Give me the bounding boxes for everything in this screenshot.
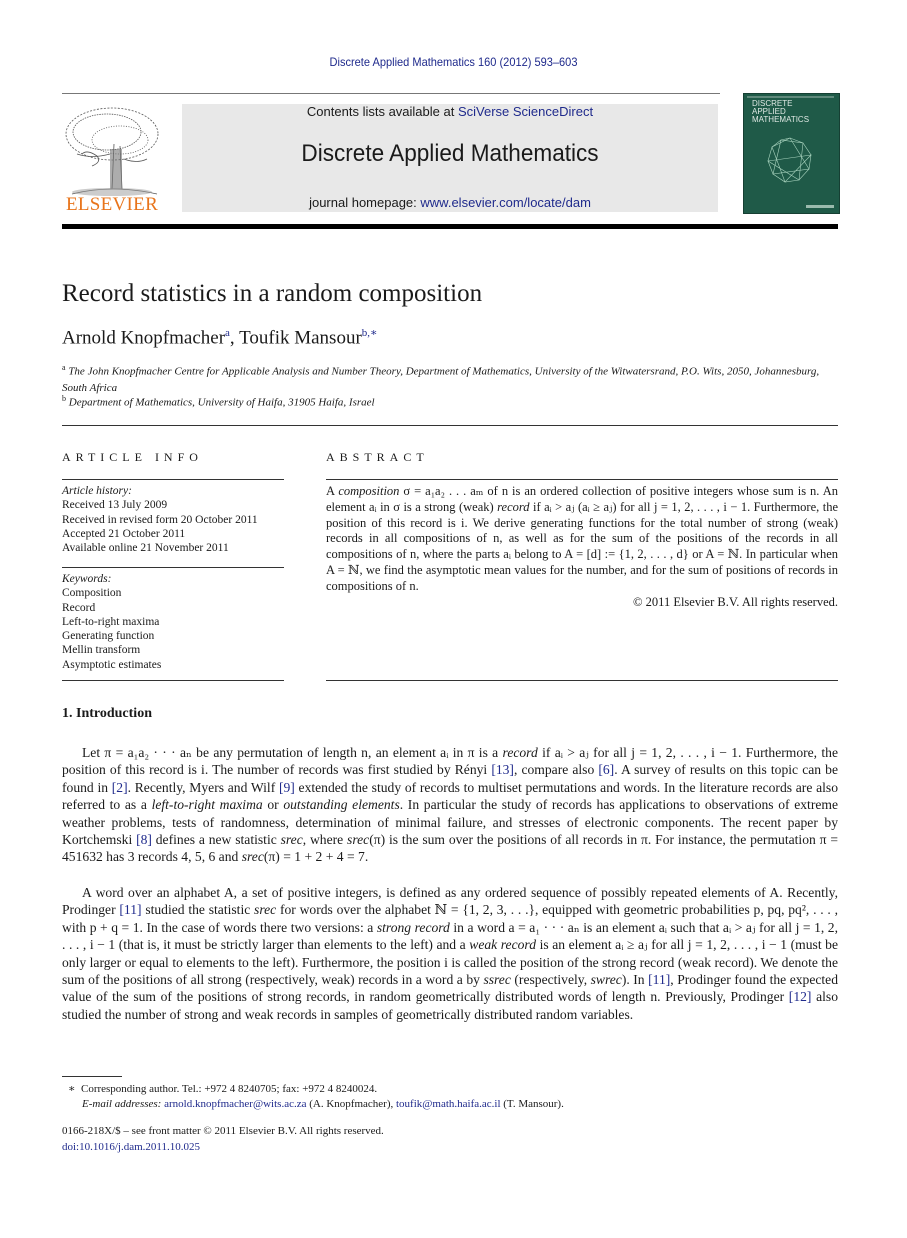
journal-homepage: journal homepage: www.elsevier.com/locat…	[182, 195, 718, 210]
emphasis: record	[502, 745, 538, 760]
history-item: Received 13 July 2009	[62, 499, 168, 512]
emphasis: weak record	[469, 937, 536, 953]
email-owner: (T. Mansour).	[500, 1098, 564, 1110]
email-owner: (A. Knopfmacher),	[306, 1098, 396, 1110]
emphasis: ssrec	[483, 972, 511, 988]
citation-link[interactable]: [12]	[789, 989, 812, 1004]
cover-title: DISCRETE APPLIED MATHEMATICS	[752, 100, 809, 124]
keywords-label: Keywords:	[62, 573, 112, 585]
history-item: Available online 21 November 2011	[62, 542, 229, 555]
info-rule	[62, 567, 284, 568]
footnote-marker: ∗	[68, 1083, 76, 1095]
keyword: Left-to-right maxima	[62, 615, 160, 628]
text: ). In	[621, 972, 649, 988]
affiliation-text: Department of Mathematics, University of…	[68, 396, 375, 409]
email-link[interactable]: toufik@math.haifa.ac.il	[396, 1098, 501, 1110]
keyword: Generating function	[62, 630, 155, 643]
citation-link[interactable]: [2]	[112, 780, 128, 795]
journal-homepage-link[interactable]: www.elsevier.com/locate/dam	[420, 195, 591, 210]
citation-link[interactable]: [9]	[279, 780, 295, 795]
abstract-rule	[326, 479, 838, 480]
doi-link[interactable]: doi:10.1016/j.dam.2011.10.025	[62, 1141, 200, 1153]
keyword: Asymptotic estimates	[62, 658, 162, 671]
paper-title: Record statistics in a random compositio…	[62, 280, 483, 307]
issn-line: 0166-218X/$ – see front matter © 2011 El…	[62, 1125, 384, 1137]
affiliation-link[interactable]: b,∗	[362, 327, 378, 339]
author-list: Arnold Knopfmachera, Toufik Mansourb,∗	[62, 326, 378, 349]
keywords: Keywords: Composition Record Left-to-rig…	[62, 572, 284, 672]
homepage-prefix: journal homepage:	[309, 195, 421, 210]
author-separator: ,	[229, 327, 240, 349]
emphasis: left-to-right maxima	[151, 797, 263, 813]
info-rule	[62, 479, 284, 480]
keyword: Composition	[62, 587, 122, 600]
abstract-body: A composition σ = a₁a₂ . . . aₘ of n is …	[326, 484, 838, 595]
emphasis: outstanding elements	[283, 797, 400, 813]
author-name: Toufik Mansour	[239, 327, 362, 349]
corresponding-author-footnote: ∗ Corresponding author. Tel.: +972 4 824…	[68, 1082, 377, 1095]
cover-title-line: MATHEMATICS	[752, 115, 810, 124]
affiliation-marker: b	[62, 394, 66, 403]
text: studied the statistic	[141, 902, 255, 918]
footnote-text: Corresponding author. Tel.: +972 4 82407…	[80, 1083, 378, 1095]
journal-cover-image: DISCRETE APPLIED MATHEMATICS	[743, 93, 840, 214]
article-history: Article history: Received 13 July 2009 R…	[62, 484, 284, 555]
text: (respectively,	[510, 972, 591, 988]
citation-link[interactable]: [8]	[136, 832, 152, 847]
abstract-heading: ABSTRACT	[326, 450, 429, 464]
email-label: E-mail addresses:	[82, 1098, 165, 1110]
email-link[interactable]: arnold.knopfmacher@wits.ac.za	[164, 1098, 306, 1110]
text: . Recently, Myers and Wilf	[127, 779, 279, 795]
abstract-rule	[326, 680, 838, 681]
text: Let π = a₁a₂ · · · aₙ be any permutation…	[82, 745, 503, 760]
contents-prefix: Contents lists available at	[306, 104, 458, 119]
affiliation-marker: a	[62, 363, 66, 372]
section-heading-introduction: 1. Introduction	[62, 706, 152, 721]
emphasis: swrec	[590, 972, 622, 988]
email-footnote: E-mail addresses: arnold.knopfmacher@wit…	[82, 1098, 564, 1110]
keyword: Mellin transform	[62, 644, 141, 657]
text: (π) = 1 + 2 + 4 = 7.	[263, 849, 369, 865]
intro-paragraph: A word over an alphabet A, a set of posi…	[62, 884, 838, 1023]
emphasis: composition	[338, 484, 400, 498]
text: A	[326, 484, 339, 498]
emphasis: srec	[241, 849, 264, 865]
sciencedirect-link[interactable]: SciVerse ScienceDirect	[458, 104, 593, 119]
intro-paragraph: Let π = a₁a₂ · · · aₙ be any permutation…	[62, 744, 838, 866]
journal-citation-link[interactable]: Discrete Applied Mathematics 160 (2012) …	[36, 55, 870, 69]
emphasis: srec	[280, 832, 303, 848]
citation-link[interactable]: [11]	[648, 972, 670, 987]
history-item: Received in revised form 20 October 2011	[62, 513, 258, 526]
emphasis: strong record	[376, 919, 450, 935]
elsevier-wordmark: ELSEVIER	[65, 194, 159, 215]
emphasis: srec	[254, 902, 277, 918]
cover-topline	[747, 96, 834, 98]
info-rule	[62, 680, 284, 681]
citation-link[interactable]: [11]	[119, 902, 141, 917]
cover-star-polygon-icon	[767, 137, 812, 183]
citation-link[interactable]: [13]	[491, 762, 514, 777]
history-label: Article history:	[62, 485, 132, 497]
header-rule	[62, 93, 720, 94]
section-rule	[62, 425, 838, 426]
author-name: Arnold Knopfmacher	[62, 327, 226, 349]
emphasis: record	[497, 499, 530, 514]
abstract-copyright: © 2011 Elsevier B.V. All rights reserved…	[633, 595, 838, 609]
contents-availability: Contents lists available at SciVerse Sci…	[182, 104, 718, 119]
journal-title: Discrete Applied Mathematics	[301, 140, 599, 167]
text: defines a new statistic	[151, 832, 281, 848]
header-thick-rule	[62, 224, 838, 229]
affiliation-text: The John Knopfmacher Centre for Applicab…	[62, 365, 820, 394]
cover-publisher-mark	[806, 205, 834, 208]
keyword: Record	[62, 601, 96, 614]
text: , where	[302, 832, 348, 848]
emphasis: srec	[347, 832, 370, 848]
history-item: Accepted 21 October 2011	[62, 527, 186, 540]
citation-link[interactable]: [6]	[598, 762, 614, 777]
article-info-heading: ARTICLE INFO	[62, 450, 203, 464]
text: , compare also	[513, 762, 599, 778]
footnote-rule	[62, 1076, 122, 1077]
affiliation: b Department of Mathematics, University …	[62, 391, 838, 411]
text: or	[262, 797, 284, 813]
